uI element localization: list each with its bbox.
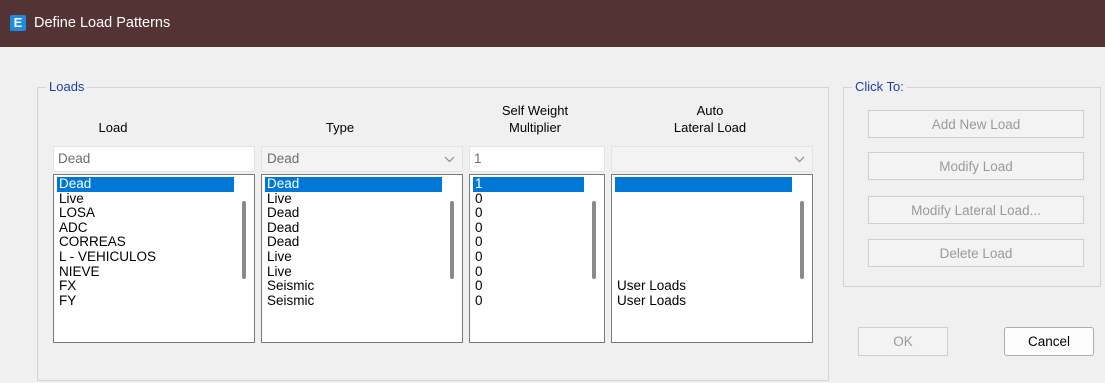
multiplier-list-item[interactable]: 0 [473, 191, 584, 207]
load-list-item[interactable]: FY [57, 293, 234, 309]
click-to-group-legend: Click To: [852, 79, 907, 95]
modify-lateral-load-button[interactable]: Modify Lateral Load... [868, 196, 1084, 224]
modify-lateral-load-label: Modify Lateral Load... [911, 202, 1041, 218]
load-name-input[interactable]: Dead [53, 146, 255, 172]
multiplier-list-scrollbar[interactable] [592, 201, 596, 279]
load-list-item[interactable]: Dead [57, 176, 234, 192]
load-type-dropdown[interactable]: Dead [261, 146, 463, 172]
cancel-button[interactable]: Cancel [1004, 327, 1094, 356]
load-list-scrollbar[interactable] [242, 201, 246, 279]
modify-load-label: Modify Load [939, 158, 1013, 174]
ok-button[interactable]: OK [858, 327, 948, 356]
auto-lateral-list-item[interactable] [615, 235, 792, 250]
delete-load-button[interactable]: Delete Load [868, 239, 1084, 267]
auto-lateral-items: User Loads User Loads [615, 177, 792, 308]
auto-lateral-list-item[interactable]: User Loads [615, 293, 792, 309]
multiplier-list-item[interactable]: 0 [473, 220, 584, 236]
load-name-value: Dead [58, 151, 91, 166]
window-title: Define Load Patterns [34, 14, 171, 31]
multiplier-listbox[interactable]: 100000000 [469, 174, 605, 343]
type-header-label: Type [325, 120, 355, 135]
loads-group-legend: Loads [46, 79, 88, 95]
ok-label: OK [893, 334, 913, 349]
multiplier-list-item[interactable]: 1 [473, 176, 584, 192]
type-list-scrollbar[interactable] [450, 201, 454, 279]
auto-label: Auto [696, 103, 724, 118]
add-new-load-label: Add New Load [931, 116, 1021, 132]
load-type-value: Dead [267, 151, 300, 166]
load-list-item[interactable]: LOSA [57, 206, 234, 221]
add-new-load-button[interactable]: Add New Load [868, 110, 1084, 138]
chevron-down-icon[interactable] [792, 147, 806, 171]
auto-lateral-list-item[interactable] [615, 177, 792, 192]
self-weight-multiplier-header: Self Weight Multiplier [480, 102, 590, 136]
load-header-label: Load [98, 120, 128, 135]
multiplier-list-item[interactable]: 0 [473, 279, 584, 294]
type-list-item[interactable]: Dead [265, 235, 442, 250]
auto-lateral-load-dropdown[interactable] [611, 146, 813, 172]
type-list-item[interactable]: Seismic [265, 279, 442, 294]
auto-lateral-list-item[interactable] [615, 265, 792, 280]
load-type-listbox[interactable]: Dead Live Dead Dead Dead Live Live Seismic Seism… [261, 174, 463, 343]
load-type-items: Dead Live Dead Dead Dead Live Live Seismic Seism… [265, 176, 442, 309]
type-list-item[interactable]: Seismic [265, 293, 442, 309]
multiplier-list-item[interactable]: 0 [473, 264, 584, 280]
auto-lateral-list-item[interactable] [615, 250, 792, 265]
etabs-app-icon: E [10, 14, 26, 31]
multiplier-list-item[interactable]: 0 [473, 293, 584, 309]
type-list-item[interactable]: Live [265, 191, 442, 207]
multiplier-list-item[interactable]: 0 [473, 235, 584, 250]
type-list-item[interactable]: Dead [265, 220, 442, 236]
load-name-items: Dead Live LOSA ADC CORREAS L - VEHICULOS NIEVE… [57, 176, 234, 309]
multiplier-list-item[interactable]: 0 [473, 249, 584, 265]
loads-group-bottom-edge [37, 380, 829, 381]
auto-lateral-listbox[interactable]: User Loads User Loads [611, 174, 813, 343]
type-list-item[interactable]: Dead [265, 176, 442, 192]
multiplier-list-item[interactable]: 0 [473, 206, 584, 221]
auto-lateral-list-item[interactable] [615, 192, 792, 207]
type-list-item[interactable]: Live [265, 264, 442, 280]
load-list-item[interactable]: L - VEHICULOS [57, 249, 234, 265]
type-list-item[interactable]: Live [265, 249, 442, 265]
multiplier-label: Multiplier [508, 120, 561, 135]
load-list-item[interactable]: ADC [57, 220, 234, 236]
self-weight-label: Self Weight [501, 103, 569, 118]
modify-load-button[interactable]: Modify Load [868, 152, 1084, 180]
auto-list-scrollbar[interactable] [800, 201, 804, 279]
load-name-listbox[interactable]: Dead Live LOSA ADC CORREAS L - VEHICULOS NIEVE… [53, 174, 255, 343]
auto-lateral-list-item[interactable] [615, 206, 792, 221]
type-list-item[interactable]: Dead [265, 206, 442, 221]
auto-lateral-list-item[interactable]: User Loads [615, 279, 792, 294]
chevron-down-icon[interactable] [442, 147, 456, 171]
auto-lateral-list-item[interactable] [615, 221, 792, 236]
cancel-label: Cancel [1027, 334, 1071, 349]
type-column-header: Type [300, 119, 380, 136]
load-list-item[interactable]: CORREAS [57, 235, 234, 250]
load-list-item[interactable]: FX [57, 279, 234, 294]
load-column-header: Load [53, 119, 173, 136]
delete-load-label: Delete Load [939, 245, 1013, 261]
multiplier-value: 1 [474, 151, 482, 166]
load-list-item[interactable]: NIEVE [57, 264, 234, 280]
load-list-item[interactable]: Live [57, 191, 234, 207]
auto-lateral-load-header: Auto Lateral Load [650, 102, 770, 136]
multiplier-items: 100000000 [473, 176, 584, 309]
self-weight-multiplier-input[interactable]: 1 [469, 146, 605, 172]
title-bar: E Define Load Patterns [0, 0, 1105, 47]
lateral-load-label: Lateral Load [673, 120, 747, 135]
